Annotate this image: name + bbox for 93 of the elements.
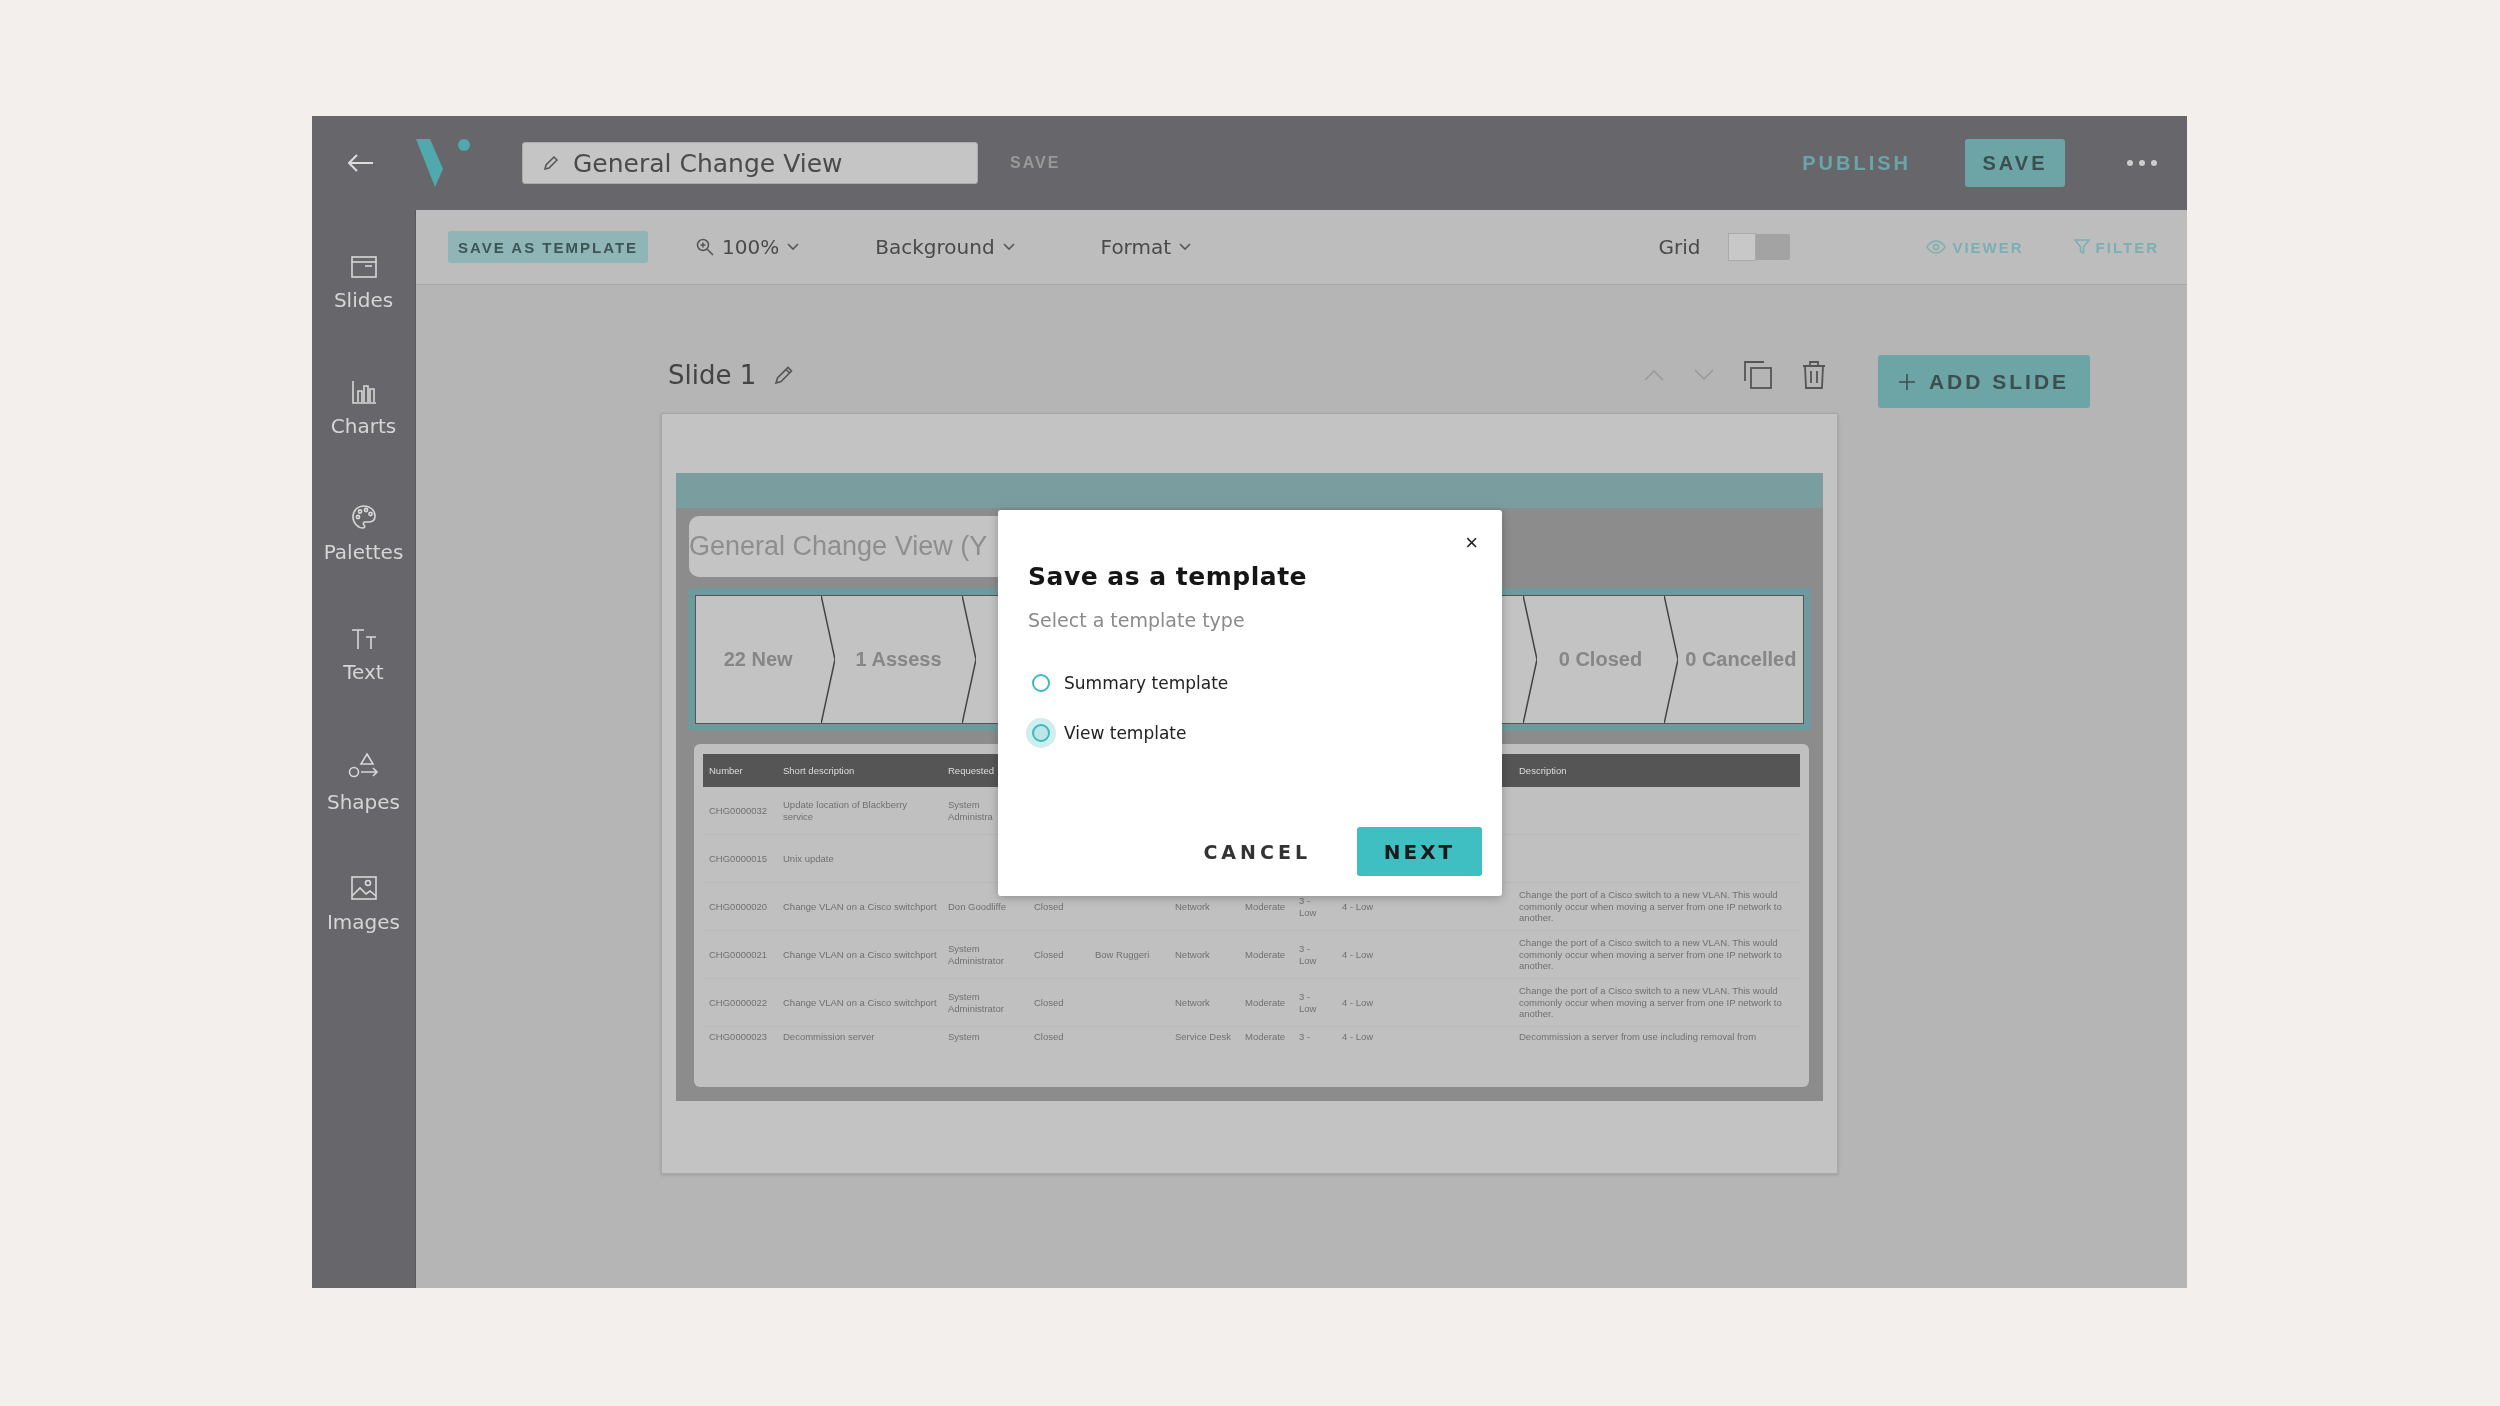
stage-label: 22 New <box>723 648 793 671</box>
more-icon[interactable] <box>2127 160 2157 166</box>
table-cell-text: System Administra <box>948 799 994 822</box>
add-slide-button[interactable]: ADD SLIDE <box>1878 355 2090 408</box>
close-button[interactable]: × <box>1461 532 1482 554</box>
table-cell: Network <box>1175 900 1210 913</box>
table-cell: Moderate <box>1245 1031 1286 1043</box>
sidebar-item[interactable]: Charts <box>330 414 397 438</box>
sidebar-item[interactable]: Slides <box>333 288 394 312</box>
save-as-template-button[interactable]: SAVE AS TEMPLATE <box>448 231 649 263</box>
next-button[interactable]: NEXT <box>1357 827 1482 876</box>
stage-label: 1 Assess <box>855 648 942 671</box>
pencil-icon[interactable] <box>774 365 795 385</box>
slides-icon <box>350 256 377 278</box>
radio-button[interactable] <box>1032 674 1050 692</box>
table-cell: Service Desk <box>1175 1031 1231 1043</box>
table-cell-text: Change the port of a Cisco switch to a new VLAN. This would commonly occur when moving a server from one IP network to another. <box>1519 889 1783 924</box>
format-dropdown[interactable]: Format <box>1100 235 1192 259</box>
table-cell: Network <box>1175 948 1210 961</box>
table-cell: CHG0000021 <box>709 948 768 961</box>
table-cell: 4 - Low <box>1342 900 1374 913</box>
table-cell: Closed <box>1034 900 1064 913</box>
table-cell: Closed <box>1034 996 1064 1009</box>
table-cell-text: 3 - Low <box>1299 991 1318 1014</box>
shapes-icon <box>347 752 380 780</box>
table-cell: 4 - Low <box>1342 996 1374 1009</box>
filter-icon <box>2073 239 2090 255</box>
table-cell: CHG0000032 <box>709 804 768 817</box>
radio-label[interactable]: View template <box>1064 723 1187 743</box>
table-cell: Network <box>1175 996 1210 1009</box>
column-header: Number <box>703 754 777 787</box>
table-cell: Moderate <box>1245 900 1286 913</box>
table-cell: Bow Ruggeri <box>1095 948 1150 961</box>
background-dropdown[interactable]: Background <box>875 235 1015 259</box>
table-cell: Decommission server <box>783 1031 875 1043</box>
zoom-icon <box>696 238 715 256</box>
table-cell-text: 3 - Low <box>1299 895 1318 918</box>
stage-label: 0 Cancelled <box>1685 648 1797 671</box>
trash-icon[interactable] <box>1802 361 1826 389</box>
caret-icon <box>1179 243 1192 251</box>
table-cell: CHG0000020 <box>709 900 768 913</box>
radio-label[interactable]: Summary template <box>1064 673 1229 693</box>
table-cell: Unix update <box>783 852 834 865</box>
title-field[interactable]: General Change View <box>522 142 978 184</box>
table-cell: Change VLAN on a Cisco switchport <box>783 996 937 1009</box>
grid-label: Grid <box>1658 235 1701 259</box>
plus-icon <box>1898 373 1915 390</box>
sidebar-item[interactable]: Text <box>343 660 384 684</box>
table-cell-text: Change the port of a Cisco switch to a new VLAN. This would commonly occur when moving a server from one IP network to another. <box>1519 937 1783 972</box>
table-cell: Change VLAN on a Cisco switchport <box>783 900 937 913</box>
dialog-subtitle: Select a template type <box>1028 609 1246 631</box>
table-cell: Decommission a server from use including removal from <box>1519 1031 1757 1043</box>
table-cell-text: System Administrator <box>948 943 1005 966</box>
table-cell: Change VLAN on a Cisco switchport <box>783 948 937 961</box>
text-icon <box>349 628 378 650</box>
caret-icon <box>787 243 800 251</box>
table-cell: CHG0000022 <box>709 996 768 1009</box>
table-cell-text: Change the port of a Cisco switch to a new VLAN. This would commonly occur when moving a server from one IP network to another. <box>1519 985 1783 1020</box>
charts-icon <box>350 380 377 404</box>
dialog-title: Save as a template <box>1028 562 1309 591</box>
zoom-dropdown[interactable]: 100% <box>696 235 800 259</box>
table-cell: 3 - <box>1299 1031 1311 1043</box>
sidebar-item[interactable]: Shapes <box>326 790 400 814</box>
table-cell: 4 - Low <box>1342 1031 1374 1043</box>
table-cell: CHG0000015 <box>709 852 768 865</box>
cancel-button[interactable]: CANCEL <box>1197 839 1317 864</box>
pencil-icon <box>543 155 559 171</box>
table-cell: System <box>948 1031 980 1043</box>
sidebar-item[interactable]: Images <box>326 910 401 934</box>
table-cell-text: Update location of Blackberry service <box>783 799 909 822</box>
back-arrow-icon[interactable] <box>348 154 374 172</box>
column-header: Description <box>1513 754 1800 787</box>
grid-toggle[interactable] <box>1728 234 1791 260</box>
copy-icon[interactable] <box>1744 361 1772 389</box>
palettes-icon <box>350 504 377 530</box>
table-cell: Moderate <box>1245 948 1286 961</box>
table-cell: Moderate <box>1245 996 1286 1009</box>
sidebar-item[interactable]: Palettes <box>323 540 404 564</box>
images-icon <box>350 876 377 900</box>
save-button[interactable]: SAVE <box>1965 139 2065 187</box>
column-header: Short description <box>777 754 945 787</box>
stage-label: 0 Closed <box>1558 648 1643 671</box>
slide-title: Slide 1 <box>668 360 757 390</box>
publish-button[interactable]: PUBLISH <box>1796 150 1917 176</box>
table-cell-text: 3 - Low <box>1299 943 1318 966</box>
caret-icon <box>1002 243 1015 251</box>
table-cell: 4 - Low <box>1342 948 1374 961</box>
table-cell: CHG0000023 <box>709 1031 768 1043</box>
table-cell: Closed <box>1034 948 1064 961</box>
eye-icon <box>1926 240 1947 254</box>
table-cell: Don Goodliffe <box>948 900 1006 913</box>
table-cell: Closed <box>1034 1031 1064 1043</box>
table-cell-text: System Administrator <box>948 991 1005 1014</box>
